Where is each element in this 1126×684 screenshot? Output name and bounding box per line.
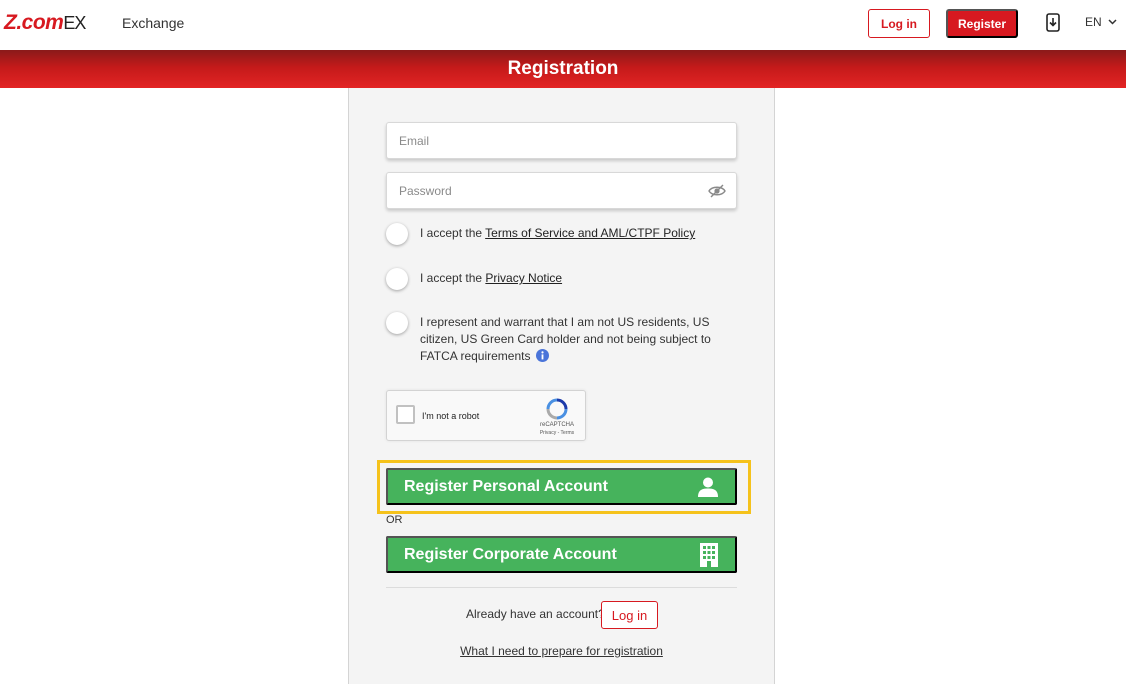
language-label: EN	[1085, 15, 1102, 29]
registration-banner: Registration	[0, 50, 1126, 88]
recaptcha-label: I'm not a robot	[422, 411, 480, 421]
terms-text: I accept the Terms of Service and AML/CT…	[420, 226, 696, 240]
eye-slash-icon[interactable]	[708, 183, 726, 199]
privacy-checkbox-row: I accept the Privacy Notice	[386, 268, 738, 290]
recaptcha-checkbox[interactable]	[396, 405, 415, 424]
divider	[386, 587, 737, 588]
panel-login-button[interactable]: Log in	[601, 601, 658, 629]
email-field-wrapper	[386, 122, 737, 159]
info-icon[interactable]	[535, 349, 549, 362]
password-field-wrapper	[386, 172, 737, 209]
language-selector[interactable]: EN	[1085, 15, 1117, 29]
recaptcha-brand: reCAPTCHA	[539, 422, 574, 428]
privacy-text: I accept the Privacy Notice	[420, 271, 563, 285]
top-navbar: Z.comEX Exchange Log in Register EN	[0, 0, 1126, 50]
zcom-ex-logo[interactable]: Z.comEX	[4, 11, 86, 35]
already-have-account-text: Already have an account?	[466, 607, 605, 621]
terms-link[interactable]: Terms of Service and AML/CTPF Policy	[485, 226, 695, 240]
header-register-button[interactable]: Register	[946, 9, 1018, 38]
terms-checkbox-row: I accept the Terms of Service and AML/CT…	[386, 223, 738, 245]
or-separator: OR	[386, 514, 403, 526]
page-title: Registration	[507, 58, 619, 79]
password-input[interactable]	[387, 173, 736, 208]
building-icon	[700, 542, 718, 567]
download-app-icon[interactable]	[1046, 13, 1060, 32]
fatca-text: I represent and warrant that I am not US…	[420, 315, 711, 363]
recaptcha-widget: I'm not a robot reCAPTCHA Privacy - Term…	[386, 390, 586, 441]
chevron-down-icon	[1108, 19, 1117, 25]
header-login-button[interactable]: Log in	[868, 9, 930, 38]
privacy-toggle[interactable]	[386, 268, 408, 290]
registration-panel: I accept the Terms of Service and AML/CT…	[348, 88, 775, 684]
register-corporate-label: Register Corporate Account	[404, 545, 617, 563]
nav-exchange-link[interactable]: Exchange	[122, 15, 184, 31]
prepare-registration-link[interactable]: What I need to prepare for registration	[349, 644, 774, 658]
email-input[interactable]	[387, 123, 736, 158]
register-corporate-button[interactable]: Register Corporate Account	[386, 536, 737, 573]
fatca-checkbox-row: I represent and warrant that I am not US…	[386, 312, 738, 365]
recaptcha-logo-icon	[546, 398, 568, 420]
recaptcha-links[interactable]: Privacy - Terms	[537, 430, 577, 436]
privacy-link[interactable]: Privacy Notice	[485, 271, 562, 285]
register-personal-label: Register Personal Account	[404, 477, 608, 495]
fatca-toggle[interactable]	[386, 312, 408, 334]
register-personal-button[interactable]: Register Personal Account	[386, 468, 737, 505]
terms-toggle[interactable]	[386, 223, 408, 245]
user-icon	[698, 477, 718, 497]
